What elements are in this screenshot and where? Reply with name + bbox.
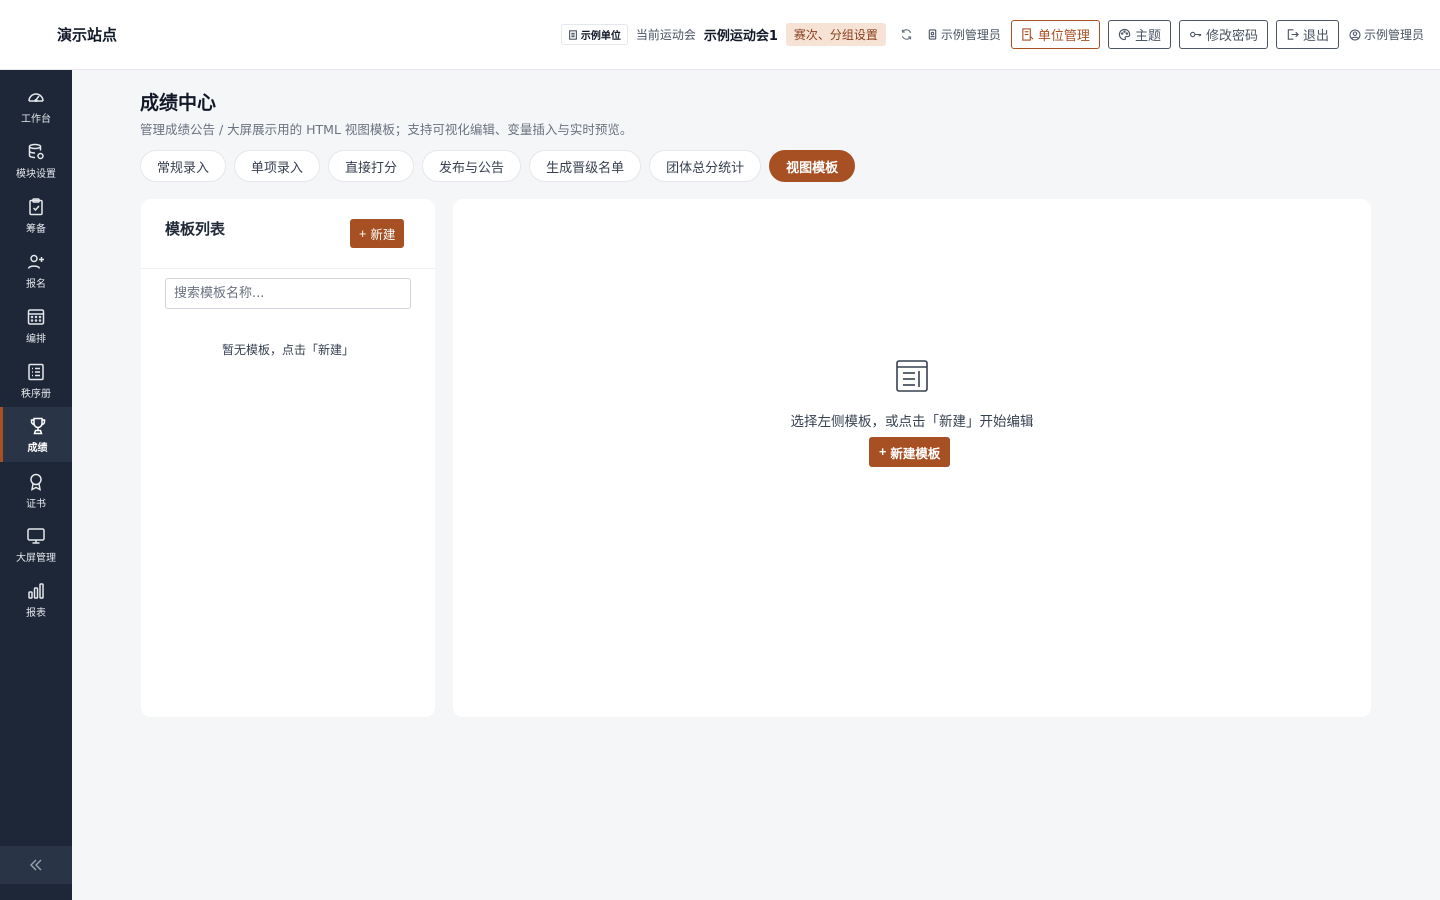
sidebar-item-module-settings[interactable]: 模块设置 (0, 133, 72, 188)
sidebar: 工作台 模块设置 筹备 报名 编排 秩序册 成绩 证书 大屏管理 报表 (0, 70, 72, 900)
template-list-header: 模板列表 + 新建 (141, 199, 435, 269)
sidebar-item-label: 编排 (26, 333, 46, 345)
id-badge-icon (928, 29, 937, 40)
change-password-button[interactable]: 修改密码 (1178, 20, 1268, 49)
sidebar-item-screen-management[interactable]: 大屏管理 (0, 517, 72, 572)
user-menu[interactable]: 示例管理员 (1349, 26, 1424, 43)
sidebar-item-label: 秩序册 (21, 388, 51, 400)
document-icon (896, 360, 928, 392)
create-template-label: 新建模板 (890, 446, 941, 461)
clipboard-icon (29, 197, 43, 215)
logout-label: 退出 (1302, 28, 1329, 43)
admin-link[interactable]: 示例管理员 (927, 26, 1001, 43)
sidebar-item-certificates[interactable]: 证书 (0, 463, 72, 518)
sidebar-item-scheduling[interactable]: 编排 (0, 298, 72, 353)
user-circle-icon (1349, 29, 1361, 40)
refresh-icon[interactable] (900, 28, 913, 41)
sidebar-item-preparation[interactable]: 筹备 (0, 188, 72, 243)
create-template-button[interactable]: + 新建模板 (869, 437, 951, 467)
sidebar-item-program-book[interactable]: 秩序册 (0, 353, 72, 408)
logout-button[interactable]: 退出 (1275, 20, 1339, 49)
unit-manage-button[interactable]: 单位管理 (1010, 20, 1100, 49)
tab-view-templates[interactable]: 视图模板 (769, 150, 856, 182)
results-tabs: 常规录入 单项录入 直接打分 发布与公告 生成晋级名单 团体总分统计 视图模板 (140, 150, 856, 182)
building-icon (1022, 28, 1034, 41)
new-button-label: 新建 (370, 228, 396, 242)
tab-publish-announce[interactable]: 发布与公告 (422, 150, 522, 182)
sidebar-item-label: 模块设置 (16, 168, 56, 180)
user-plus-icon (27, 254, 44, 269)
monitor-icon (27, 527, 45, 544)
header-actions: 示例单位 当前运动会 示例运动会1 赛次、分组设置 示例管理员 单位管理 主题 … (560, 20, 1424, 49)
page-title: 成绩中心 (140, 92, 217, 114)
top-header: 演示站点 示例单位 当前运动会 示例运动会1 赛次、分组设置 示例管理员 单位管… (0, 0, 1440, 70)
sidebar-item-label: 证书 (26, 498, 46, 510)
tab-direct-scoring[interactable]: 直接打分 (328, 150, 415, 182)
list-icon (28, 363, 44, 380)
sidebar-item-label: 成绩 (27, 442, 48, 454)
site-name: 演示站点 (57, 26, 118, 44)
unit-chip-label: 示例单位 (580, 31, 621, 42)
tab-advancement-list[interactable]: 生成晋级名单 (529, 150, 642, 182)
theme-button[interactable]: 主题 (1107, 20, 1171, 49)
editor-empty-text: 选择左侧模板，或点击「新建」开始编辑 (790, 414, 1034, 430)
tab-team-total[interactable]: 团体总分统计 (649, 150, 762, 182)
admin-link-label: 示例管理员 (940, 28, 1001, 42)
key-icon (1189, 31, 1202, 38)
sidebar-item-results[interactable]: 成绩 (0, 407, 72, 462)
change-password-label: 修改密码 (1205, 28, 1258, 43)
database-icon (28, 143, 44, 159)
unit-manage-label: 单位管理 (1037, 28, 1090, 43)
double-chevron-left-icon (30, 859, 42, 871)
new-template-button[interactable]: + 新建 (350, 219, 405, 248)
template-list-title: 模板列表 (165, 220, 226, 238)
sidebar-item-registration[interactable]: 报名 (0, 243, 72, 298)
template-list-panel: 模板列表 + 新建 暂无模板，点击「新建」 (141, 199, 435, 717)
current-meet-label: 当前运动会 (635, 28, 696, 42)
palette-icon (1118, 28, 1131, 41)
logout-icon (1287, 29, 1299, 40)
sidebar-item-label: 大屏管理 (16, 552, 56, 564)
template-list-empty: 暂无模板，点击「新建」 (221, 343, 354, 357)
user-name: 示例管理员 (1363, 28, 1424, 42)
page-description: 管理成绩公告 / 大屏展示用的 HTML 视图模板；支持可视化编辑、变量插入与实… (140, 122, 633, 137)
round-settings-chip[interactable]: 赛次、分组设置 (785, 23, 886, 46)
award-icon (30, 473, 42, 491)
sidebar-item-reports[interactable]: 报表 (0, 572, 72, 627)
sidebar-item-label: 报名 (26, 278, 46, 290)
plus-icon: + (879, 445, 887, 459)
bar-chart-icon (28, 582, 44, 599)
calendar-icon (27, 308, 45, 325)
building-icon (568, 29, 577, 40)
sidebar-item-dashboard[interactable]: 工作台 (0, 78, 72, 133)
sidebar-item-label: 工作台 (21, 113, 51, 125)
unit-chip[interactable]: 示例单位 (560, 24, 628, 45)
tab-regular-entry[interactable]: 常规录入 (140, 150, 227, 182)
sidebar-item-label: 报表 (26, 607, 46, 619)
theme-label: 主题 (1134, 28, 1161, 43)
current-meet-name: 示例运动会1 (703, 29, 778, 44)
sidebar-item-label: 筹备 (26, 223, 46, 235)
plus-icon: + (359, 226, 367, 241)
dashboard-icon (28, 92, 44, 102)
template-search-input[interactable] (165, 278, 411, 309)
tab-single-entry[interactable]: 单项录入 (234, 150, 321, 182)
sidebar-collapse-button[interactable] (0, 846, 72, 884)
template-editor-panel: 选择左侧模板，或点击「新建」开始编辑 + 新建模板 (453, 199, 1371, 717)
trophy-icon (30, 417, 45, 434)
